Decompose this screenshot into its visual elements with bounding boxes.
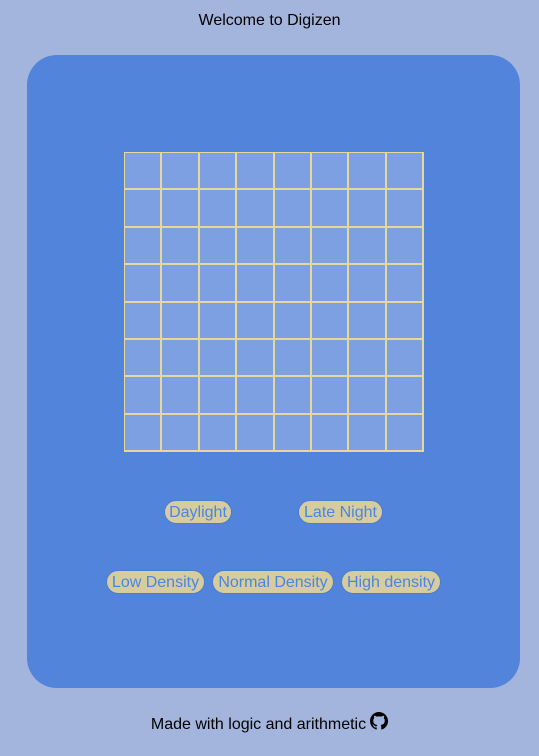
grid-cell[interactable]: [199, 265, 238, 303]
grid-cell[interactable]: [349, 339, 387, 378]
grid-cell[interactable]: [311, 414, 350, 452]
welcome-heading: Welcome to Digizen: [198, 12, 341, 29]
grid-cell[interactable]: [125, 153, 163, 191]
late-night-button[interactable]: Late Night: [298, 500, 383, 524]
grid-cell[interactable]: [125, 414, 163, 452]
grid-cell[interactable]: [162, 377, 200, 415]
grid-cell[interactable]: [237, 190, 275, 228]
grid-cell[interactable]: [162, 190, 200, 228]
grid-cell[interactable]: [162, 339, 200, 378]
grid-cell[interactable]: [237, 265, 275, 303]
grid-cell[interactable]: [162, 153, 200, 191]
grid-cell[interactable]: [237, 153, 275, 191]
grid-cell[interactable]: [311, 227, 350, 266]
low-density-button[interactable]: Low Density: [106, 570, 205, 594]
grid-cell[interactable]: [125, 265, 163, 303]
grid-cell[interactable]: [125, 339, 163, 378]
grid-cell[interactable]: [125, 227, 163, 266]
grid-cell[interactable]: [274, 153, 312, 191]
grid-cell[interactable]: [199, 227, 238, 266]
grid-cell[interactable]: [349, 153, 387, 191]
high-density-button[interactable]: High density: [341, 570, 441, 594]
grid-cell[interactable]: [274, 265, 312, 303]
grid-cell[interactable]: [125, 190, 163, 228]
grid-cell[interactable]: [386, 227, 424, 266]
grid-cell[interactable]: [311, 302, 350, 340]
grid-cell[interactable]: [349, 227, 387, 266]
grid-cell[interactable]: [274, 190, 312, 228]
grid-cell[interactable]: [386, 302, 424, 340]
footer-text: Made with logic and arithmetic: [150, 716, 367, 733]
grid-cell[interactable]: [162, 302, 200, 340]
github-icon[interactable]: [370, 712, 389, 730]
grid-cell[interactable]: [162, 414, 200, 452]
grid-cell[interactable]: [162, 227, 200, 266]
grid-cell[interactable]: [274, 414, 312, 452]
daylight-button[interactable]: Daylight: [164, 500, 232, 524]
grid-cell[interactable]: [199, 302, 238, 340]
cell-grid: [124, 152, 424, 452]
main-card: Daylight Late Night Low Density Normal D…: [27, 55, 520, 688]
grid-cell[interactable]: [199, 339, 238, 378]
grid-cell[interactable]: [274, 302, 312, 340]
grid-cell[interactable]: [349, 414, 387, 452]
grid-cell[interactable]: [311, 265, 350, 303]
grid-cell[interactable]: [349, 190, 387, 228]
grid-cell[interactable]: [386, 153, 424, 191]
grid-cell[interactable]: [199, 377, 238, 415]
grid-cell[interactable]: [311, 190, 350, 228]
grid-cell[interactable]: [199, 153, 238, 191]
grid-cell[interactable]: [162, 265, 200, 303]
grid-cell[interactable]: [349, 377, 387, 415]
grid-cell[interactable]: [237, 414, 275, 452]
grid-cell[interactable]: [311, 153, 350, 191]
grid-cell[interactable]: [311, 377, 350, 415]
normal-density-button[interactable]: Normal Density: [212, 570, 334, 594]
grid-cell[interactable]: [237, 302, 275, 340]
grid-cell[interactable]: [274, 339, 312, 378]
grid-cell[interactable]: [237, 227, 275, 266]
grid-cell[interactable]: [386, 339, 424, 378]
grid-cell[interactable]: [237, 339, 275, 378]
grid-cell[interactable]: [349, 302, 387, 340]
grid-cell[interactable]: [125, 302, 163, 340]
grid-cell[interactable]: [125, 377, 163, 415]
footer: Made with logic and arithmetic: [0, 712, 539, 734]
grid-cell[interactable]: [386, 265, 424, 303]
grid-cell[interactable]: [386, 377, 424, 415]
grid-cell[interactable]: [274, 227, 312, 266]
grid-cell[interactable]: [349, 265, 387, 303]
grid-cell[interactable]: [386, 414, 424, 452]
grid-cell[interactable]: [199, 190, 238, 228]
grid-cell[interactable]: [237, 377, 275, 415]
grid-cell[interactable]: [199, 414, 238, 452]
grid-cell[interactable]: [274, 377, 312, 415]
grid-cell[interactable]: [386, 190, 424, 228]
grid-cell[interactable]: [311, 339, 350, 378]
